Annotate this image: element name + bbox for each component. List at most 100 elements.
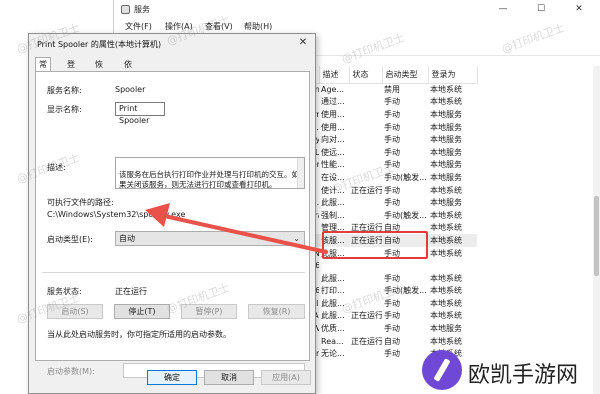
service-description-cell: 此服... <box>321 248 345 258</box>
services-scrollbar[interactable] <box>593 66 600 394</box>
maximize-icon[interactable]: ☐ <box>523 1 559 17</box>
minimize-icon[interactable]: — <box>485 1 521 17</box>
menu-action[interactable]: 操作(A) <box>165 21 193 32</box>
service-logon-cell: 本地系统 <box>428 234 477 247</box>
service-description-cell: 强制... <box>321 210 345 220</box>
service-status-label: 服务状态: <box>47 287 82 296</box>
service-startup-cell <box>382 259 428 272</box>
description-scrollbar[interactable] <box>297 158 304 188</box>
service-startup-cell: 手动 <box>384 324 400 334</box>
service-logon-cell: 本地系统 <box>430 349 462 359</box>
column-header-logon-as[interactable]: 登录为 <box>428 66 478 84</box>
service-status-cell <box>349 322 382 335</box>
display-name-field[interactable]: Print Spooler <box>115 102 165 125</box>
service-logon-cell: 本地服务 <box>430 135 462 145</box>
service-startup-cell: 手动(触发... <box>384 172 427 182</box>
service-description-cell: 在设... <box>321 172 345 182</box>
service-description-cell: 无论... <box>321 349 345 359</box>
service-startup-cell: 手动 <box>384 185 400 195</box>
stop-button[interactable]: 停止(T) <box>114 304 170 319</box>
service-logon-cell: 本地系统 <box>430 85 462 95</box>
service-status-cell: 正在运行 <box>351 185 382 195</box>
description-label: 描述: <box>47 163 66 172</box>
service-description-cell <box>319 259 349 272</box>
column-header-status[interactable]: 状态 <box>349 66 383 84</box>
service-status-cell <box>349 259 382 272</box>
service-logon-cell: 本地服务 <box>430 172 462 182</box>
startup-type-label: 启动类型(E): <box>47 235 93 244</box>
menu-file[interactable]: 文件(F) <box>125 21 152 32</box>
service-status-cell <box>349 133 382 146</box>
service-description-cell: 此服... <box>321 298 345 308</box>
service-status-cell <box>349 209 382 222</box>
service-status-cell <box>349 83 382 96</box>
service-status-cell <box>349 347 382 360</box>
service-logon-cell: 本地系统 <box>430 223 462 233</box>
service-description-cell: 使计... <box>321 185 345 195</box>
service-logon-cell: 本地服务 <box>430 147 462 157</box>
service-description-cell: Age... <box>321 85 345 95</box>
services-menubar: 文件(F) 操作(A) 查看(V) 帮助(H) <box>114 18 600 34</box>
scrollbar-thumb[interactable] <box>594 196 599 276</box>
cancel-button[interactable]: 取消 <box>204 370 254 385</box>
service-logon-cell: 本地系统 <box>430 336 462 346</box>
service-startup-cell: 手动 <box>384 349 400 359</box>
service-logon-cell: 本地系统 <box>430 248 462 258</box>
service-startup-cell: 自动 <box>384 223 400 233</box>
divider <box>42 272 305 273</box>
column-header-startup-type[interactable]: 启动类型 <box>382 66 429 84</box>
service-status-value: 正在运行 <box>115 287 147 296</box>
exe-path-value: C:\Windows\System32\spoolsv.exe <box>47 210 186 219</box>
service-logon-cell: 本地系统 <box>430 298 462 308</box>
service-startup-cell: 手动 <box>384 311 400 321</box>
resume-button[interactable]: 恢复(R) <box>248 304 305 319</box>
exe-path-label: 可执行文件的路径: <box>47 198 114 207</box>
services-title: 服务 <box>134 5 150 14</box>
service-startup-cell: 手动 <box>384 97 400 107</box>
description-text: 该服务在后台执行打印作业并处理与打印机的交互。如果关闭该服务，则无法进行打印或查… <box>119 170 299 189</box>
close-icon[interactable]: ✕ <box>561 1 597 17</box>
service-status-cell <box>349 247 382 260</box>
service-logon-cell <box>428 259 477 272</box>
service-description-cell: 此服... <box>321 311 345 321</box>
description-field[interactable]: 该服务在后台执行打印作业并处理与打印机的交互。如果关闭该服务，则无法进行打印或查… <box>115 157 305 189</box>
services-app-icon <box>121 5 130 14</box>
service-description-cell: 管理... <box>321 223 345 233</box>
close-icon[interactable]: ✕ <box>295 35 311 51</box>
service-status-cell: 正在运行 <box>351 223 382 233</box>
chevron-down-icon: ⌄ <box>293 234 300 243</box>
service-logon-cell: 本地服务 <box>430 198 462 208</box>
service-logon-cell: 本地服务 <box>430 160 462 170</box>
service-description-cell: 性能... <box>321 160 345 170</box>
menu-help[interactable]: 帮助(H) <box>244 21 272 32</box>
service-status-cell <box>349 108 382 121</box>
service-logon-cell: 本地系统 <box>430 286 462 296</box>
general-tab-panel: 服务名称: Spooler 显示名称: Print Spooler 描述: 该服… <box>35 71 310 378</box>
pause-button[interactable]: 暂停(P) <box>181 304 237 319</box>
service-description-cell: 向对... <box>321 135 345 145</box>
service-logon-cell: 本地服务 <box>430 109 462 119</box>
start-button[interactable]: 启动(S) <box>47 304 103 319</box>
service-status-cell <box>349 171 382 184</box>
properties-dialog: Print Spooler 的属性(本地计算机) ✕ 常规 登录 恢复 依存关系… <box>28 33 316 394</box>
service-startup-cell: 手动 <box>384 109 400 119</box>
services-titlebar: 服务 — ☐ ✕ <box>114 0 600 18</box>
service-startup-cell: 手动 <box>384 248 400 258</box>
service-startup-cell: 自动 <box>382 234 428 247</box>
service-startup-cell: 手动(触发... <box>384 210 427 220</box>
service-status-cell <box>349 146 382 159</box>
service-startup-cell: 手动(触发... <box>384 286 427 296</box>
service-logon-cell: 本地服务 <box>430 324 462 334</box>
service-status-cell: 正在运行 <box>351 336 382 346</box>
service-startup-cell: 禁用 <box>384 85 400 95</box>
apply-button[interactable]: 应用(A) <box>261 370 311 385</box>
service-description-cell: 使用... <box>321 122 345 132</box>
service-name-value: Spooler <box>115 85 146 94</box>
service-startup-cell: 手动 <box>384 273 400 283</box>
column-header-description[interactable]: 描述 <box>319 66 350 84</box>
menu-view[interactable]: 查看(V) <box>205 21 233 32</box>
startup-type-select[interactable]: 自动 ⌄ <box>115 231 305 246</box>
service-status-cell <box>349 121 382 134</box>
tab-general[interactable]: 常规 <box>35 57 51 83</box>
ok-button[interactable]: 确定 <box>147 370 197 385</box>
